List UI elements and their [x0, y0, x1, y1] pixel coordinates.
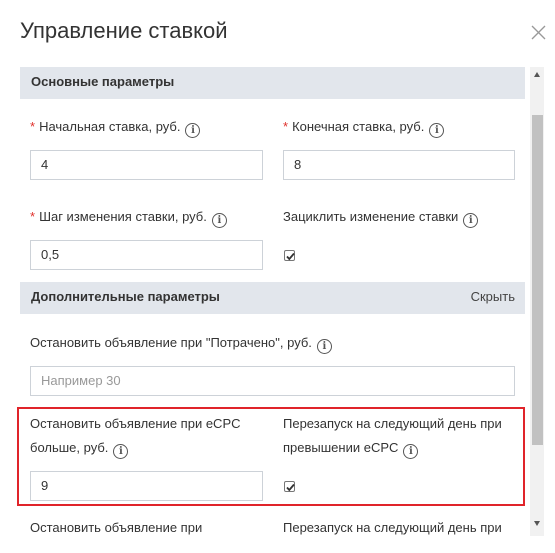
- section-main-header: Основные параметры: [20, 67, 525, 99]
- start-bid-input[interactable]: 4: [30, 150, 263, 180]
- stop-spent-label-text: Остановить объявление при "Потрачено", р…: [30, 335, 312, 350]
- highlight-box: [17, 407, 525, 506]
- section-main-title: Основные параметры: [31, 74, 175, 89]
- stop-spent-input[interactable]: Например 30: [30, 366, 515, 396]
- hide-link[interactable]: Скрыть: [471, 282, 515, 312]
- restart-next-label: Перезапуск на следующий день при: [283, 520, 502, 535]
- scrollbar[interactable]: [530, 67, 544, 536]
- scroll-down-arrow-icon[interactable]: [533, 519, 541, 527]
- start-bid-label-text: Начальная ставка, руб.: [39, 119, 181, 134]
- cycle-label-text: Зациклить изменение ставки: [283, 209, 459, 224]
- close-button[interactable]: [528, 22, 548, 42]
- end-bid-label-text: Конечная ставка, руб.: [292, 119, 425, 134]
- scrollbar-thumb[interactable]: [532, 115, 543, 445]
- checkmark-icon: [286, 252, 295, 261]
- section-extra-title: Дополнительные параметры: [31, 289, 220, 304]
- start-bid-label: * Начальная ставка, руб. i: [30, 115, 201, 139]
- cycle-label: Зациклить изменение ставки i: [283, 205, 479, 229]
- section-extra-header: Дополнительные параметры Скрыть: [20, 282, 525, 314]
- step-label: * Шаг изменения ставки, руб. i: [30, 205, 227, 229]
- info-icon[interactable]: i: [211, 213, 227, 228]
- end-bid-label: * Конечная ставка, руб. i: [283, 115, 445, 139]
- required-mark: *: [283, 119, 289, 134]
- dialog-title: Управление ставкой: [20, 18, 228, 43]
- step-input[interactable]: 0,5: [30, 240, 263, 270]
- step-label-text: Шаг изменения ставки, руб.: [39, 209, 207, 224]
- info-icon[interactable]: i: [185, 123, 201, 138]
- end-bid-input[interactable]: 8: [283, 150, 515, 180]
- info-icon[interactable]: i: [463, 213, 479, 228]
- stop-next-label: Остановить объявление при: [30, 520, 203, 535]
- stop-spent-label: Остановить объявление при "Потрачено", р…: [30, 331, 332, 355]
- info-icon[interactable]: i: [316, 339, 332, 354]
- required-mark: *: [30, 209, 36, 224]
- scroll-up-arrow-icon[interactable]: [533, 71, 541, 79]
- info-icon[interactable]: i: [429, 123, 445, 138]
- cycle-checkbox[interactable]: [284, 250, 295, 261]
- required-mark: *: [30, 119, 36, 134]
- close-icon: [531, 25, 546, 40]
